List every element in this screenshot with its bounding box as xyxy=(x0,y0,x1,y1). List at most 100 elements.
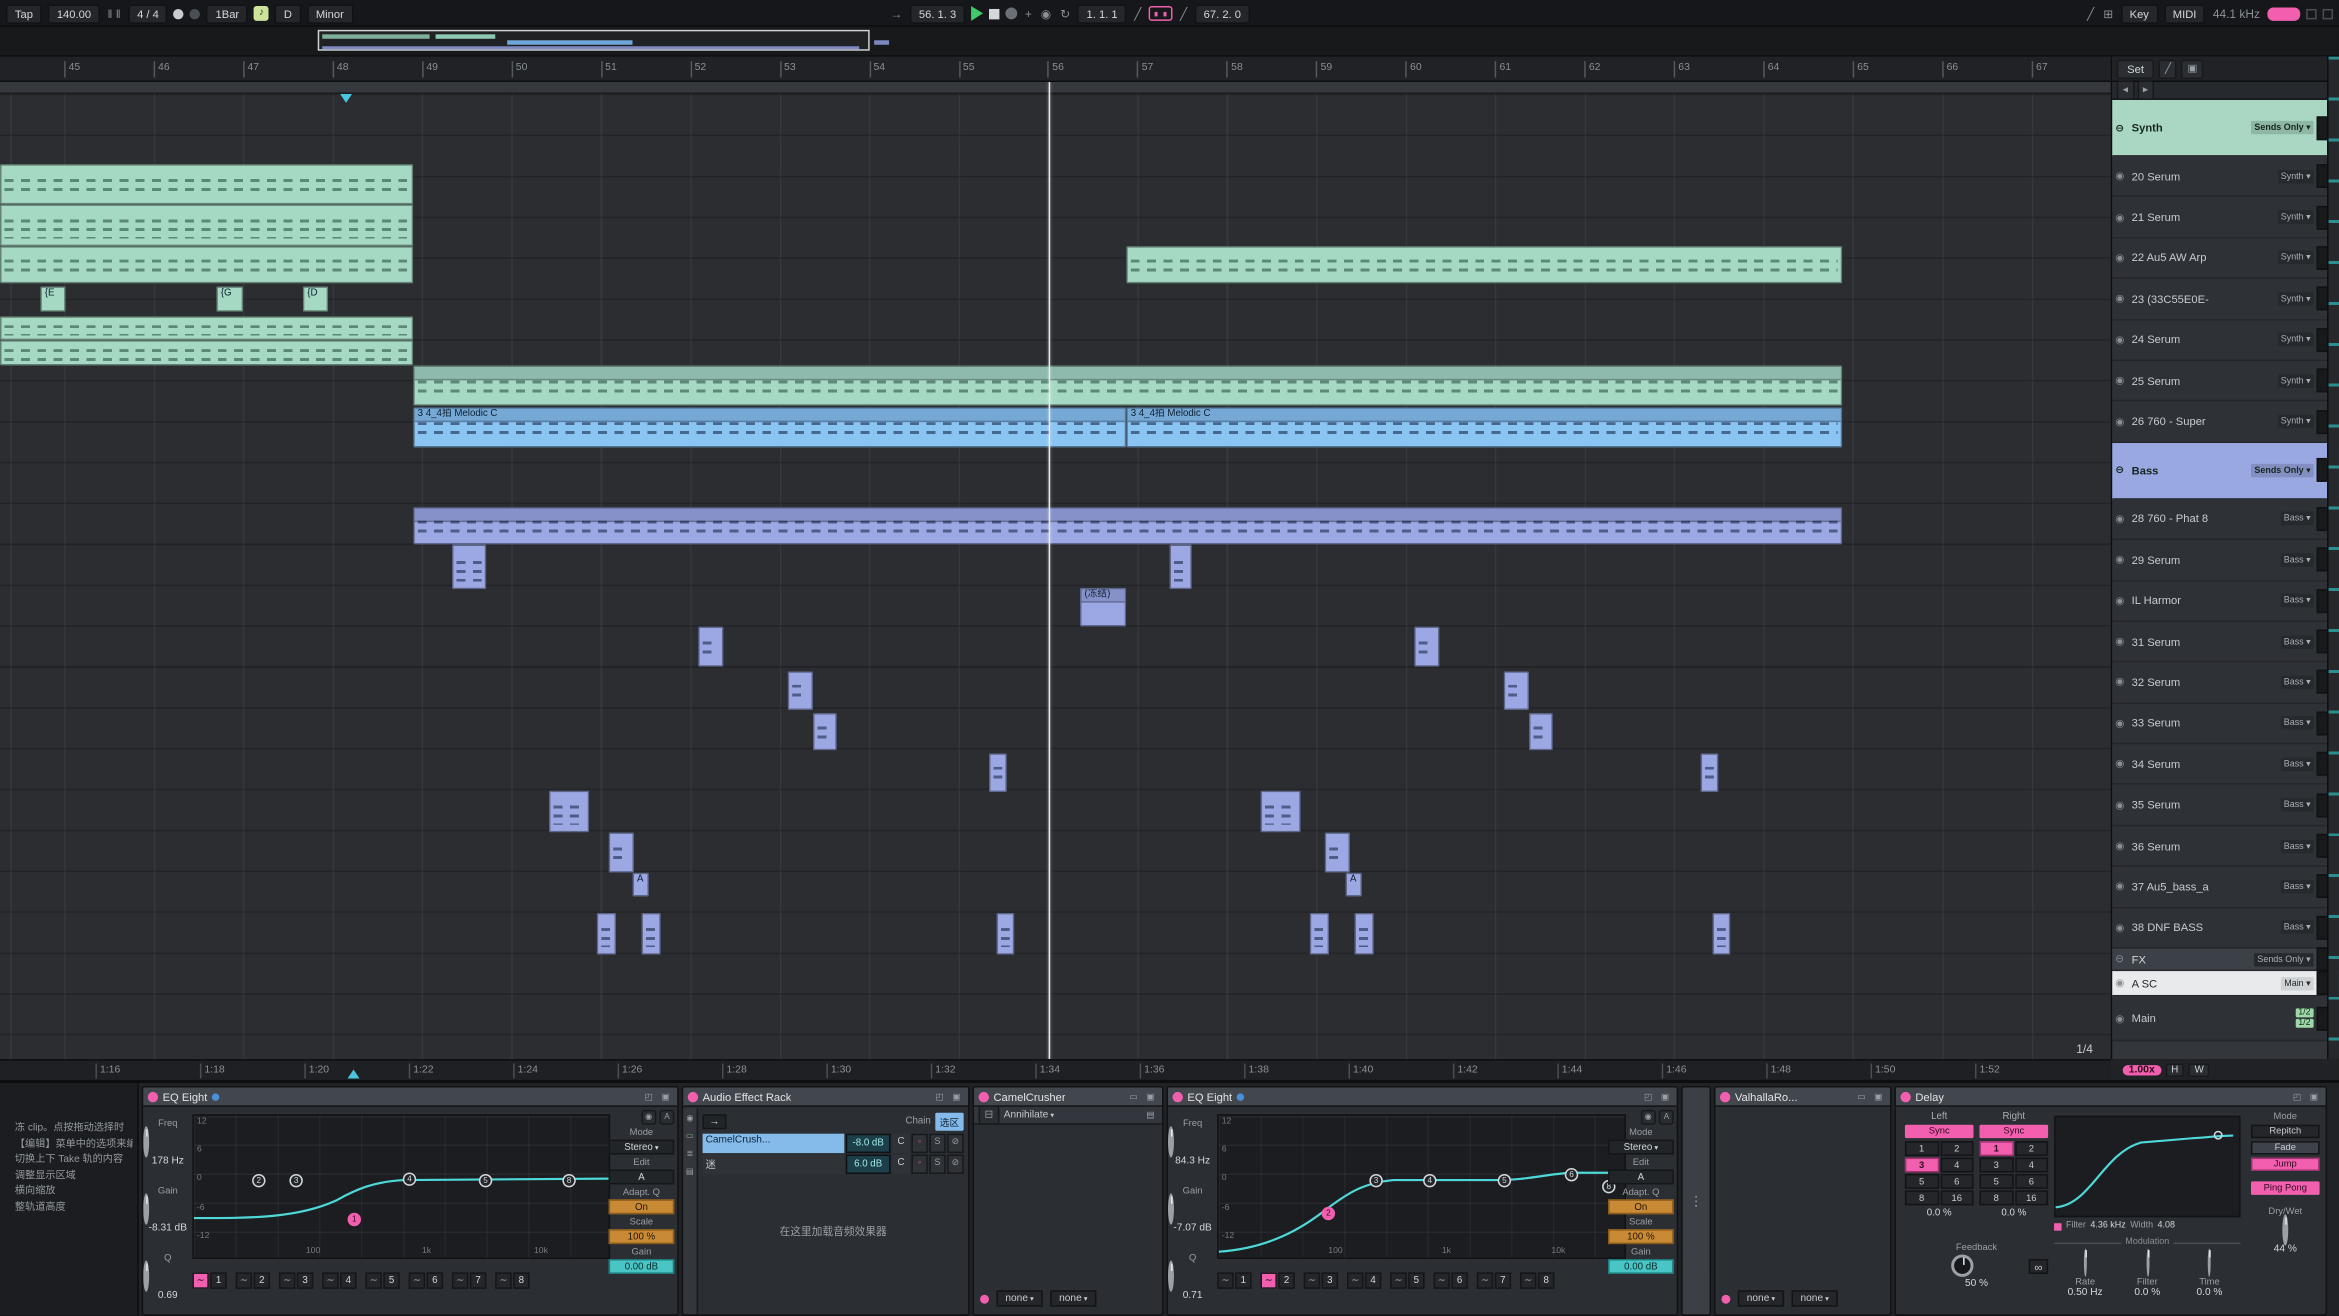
eq-band-node[interactable]: 8 xyxy=(562,1174,575,1187)
clip[interactable] xyxy=(0,164,413,204)
track-output-select[interactable]: Sends Only ▾ xyxy=(2251,464,2313,477)
band-number[interactable]: 7 xyxy=(1495,1272,1511,1288)
band-number[interactable]: 1 xyxy=(1235,1272,1251,1288)
track-output-select[interactable]: Sends Only ▾ xyxy=(2251,121,2313,134)
track-output-select[interactable]: Bass ▾ xyxy=(2281,717,2314,730)
locator-marker[interactable] xyxy=(340,94,352,103)
delay-division-6[interactable]: 6 xyxy=(1940,1174,1974,1189)
rack-chain-row[interactable]: CamelCrush...-8.0 dBC◦S⊘ xyxy=(703,1134,964,1153)
adaptive-q-toggle[interactable]: On xyxy=(609,1199,675,1214)
clip[interactable] xyxy=(1414,627,1439,667)
bar-number[interactable]: 63 xyxy=(1674,61,1690,77)
chain-solo-button[interactable]: S xyxy=(929,1155,945,1174)
track-name[interactable]: Main xyxy=(2132,1011,2293,1024)
tempo-display[interactable]: 140.00 xyxy=(48,4,100,23)
dry-wet-knob[interactable] xyxy=(2282,1214,2288,1245)
clip[interactable] xyxy=(0,246,413,283)
track-name[interactable]: 23 (33C55E0E- xyxy=(2132,292,2275,305)
track-fold-icon[interactable]: ◉ xyxy=(2115,513,2128,525)
arrangement-overview[interactable] xyxy=(0,27,2339,57)
eq-band-button[interactable]: ∼2 xyxy=(236,1272,270,1288)
track-name[interactable]: 33 Serum xyxy=(2132,717,2278,730)
eq-band-node[interactable]: 3 xyxy=(1369,1174,1382,1187)
clip[interactable] xyxy=(1504,671,1529,710)
bar-number[interactable]: 56 xyxy=(1048,61,1064,77)
track-row[interactable]: ◉38 DNF BASSBass ▾ xyxy=(2112,908,2339,949)
track-fold-icon[interactable]: ◉ xyxy=(2115,211,2128,223)
scale-value[interactable]: 100 % xyxy=(609,1229,675,1244)
eq-band-button[interactable]: ∼6 xyxy=(409,1272,443,1288)
clip[interactable] xyxy=(788,671,813,710)
track-fold-icon[interactable]: ◉ xyxy=(2115,758,2128,770)
quantize-menu[interactable]: 1Bar xyxy=(207,4,249,23)
band-number[interactable]: 4 xyxy=(340,1272,356,1288)
track-name[interactable]: A SC xyxy=(2132,976,2279,989)
track-fold-icon[interactable]: ◉ xyxy=(2115,717,2128,729)
bar-number[interactable]: 59 xyxy=(1316,61,1332,77)
group-fold-icon[interactable]: ⊖ xyxy=(2115,122,2128,134)
gain-knob[interactable] xyxy=(143,1193,149,1224)
bar-number[interactable]: 57 xyxy=(1137,61,1153,77)
filter-freq-value[interactable]: 4.36 kHz xyxy=(2090,1222,2125,1231)
track-row[interactable]: ◉21 SerumSynth ▾ xyxy=(2112,197,2339,238)
chain-name[interactable]: 迷 xyxy=(703,1155,845,1174)
clip[interactable] xyxy=(1701,753,1719,792)
track-output-select[interactable]: Synth ▾ xyxy=(2278,333,2314,346)
eq-band-button[interactable]: ∼7 xyxy=(452,1272,486,1288)
track-row[interactable]: ◉23 (33C55E0E-Synth ▾ xyxy=(2112,279,2339,320)
listen-icon[interactable] xyxy=(212,1093,219,1100)
track-name[interactable]: 35 Serum xyxy=(2132,798,2278,811)
rate-value[interactable]: 0.50 Hz xyxy=(2054,1287,2116,1297)
time-value[interactable]: 0.0 % xyxy=(2178,1287,2240,1297)
eq-band-button[interactable]: ∼3 xyxy=(279,1272,313,1288)
track-fold-icon[interactable]: ◉ xyxy=(2115,881,2128,893)
bar-number[interactable]: 50 xyxy=(511,61,527,77)
eq-band-button[interactable]: ∼8 xyxy=(495,1272,529,1288)
eq-band-button[interactable]: ∼4 xyxy=(1347,1272,1381,1288)
track-fold-icon[interactable]: ◉ xyxy=(2115,636,2128,648)
edit-ab-button[interactable]: A xyxy=(609,1169,675,1184)
dry-wet-value[interactable]: 44 % xyxy=(2251,1244,2320,1254)
chain-pan[interactable]: C xyxy=(892,1155,910,1174)
chain-pan[interactable]: C xyxy=(892,1134,910,1153)
bar-number[interactable]: 47 xyxy=(243,61,259,77)
cue-badge[interactable]: 1/2 xyxy=(2295,1008,2313,1017)
cue-badge[interactable]: 1/2 xyxy=(2295,1019,2313,1028)
device-activator-icon[interactable] xyxy=(1720,1091,1730,1101)
chain-activator-icon[interactable]: ◦ xyxy=(911,1134,927,1153)
clip[interactable] xyxy=(996,913,1014,955)
track-name[interactable]: Bass xyxy=(2132,464,2249,477)
grid-size-label[interactable]: 1/4 xyxy=(2076,1043,2093,1056)
freeze-button[interactable]: ∞ xyxy=(2029,1258,2048,1273)
delay-filter-display[interactable] xyxy=(2054,1116,2240,1217)
clip[interactable] xyxy=(597,913,616,955)
bar-number[interactable]: 65 xyxy=(1853,61,1869,77)
eq-band-button[interactable]: ∼6 xyxy=(1434,1272,1468,1288)
clip[interactable] xyxy=(1354,913,1373,955)
clip[interactable] xyxy=(1529,713,1553,750)
bar-number[interactable]: 58 xyxy=(1227,61,1243,77)
left-offset-value[interactable]: 0.0 % xyxy=(1905,1208,1974,1218)
track-fold-icon[interactable]: ◉ xyxy=(2115,334,2128,346)
re-enable-automation-icon[interactable]: ↻ xyxy=(1059,7,1072,20)
play-button[interactable] xyxy=(971,6,983,21)
clip[interactable] xyxy=(1260,791,1300,833)
width-zoom-button[interactable]: W xyxy=(2189,1063,2210,1076)
device-title-bar[interactable]: Audio Effect Rack ◰ ▣ xyxy=(683,1087,968,1106)
clip[interactable]: (冻结) xyxy=(1080,588,1126,627)
track-name[interactable]: 21 Serum xyxy=(2132,210,2275,223)
bar-number[interactable]: 52 xyxy=(690,61,706,77)
device-title-bar[interactable]: EQ Eight ◰ ▣ xyxy=(1168,1087,1677,1106)
prev-locator-button[interactable]: ◂ xyxy=(2117,81,2134,100)
track-row[interactable]: ◉20 SerumSynth ▾ xyxy=(2112,157,2339,198)
metronome-icon[interactable] xyxy=(174,8,184,18)
device-camelcrusher[interactable]: CamelCrusher ▭ ▣ ⊟ Annihilate ▤ none non… xyxy=(973,1086,1164,1316)
right-sync-toggle[interactable]: Sync xyxy=(1979,1125,2048,1138)
clip[interactable] xyxy=(609,832,634,872)
delay-division-16[interactable]: 16 xyxy=(2015,1190,2049,1205)
eq-band-node[interactable]: 4 xyxy=(403,1172,416,1185)
device-title-bar[interactable]: CamelCrusher ▭ ▣ xyxy=(974,1087,1162,1106)
freq-knob[interactable] xyxy=(143,1126,149,1157)
scale-value[interactable]: 100 % xyxy=(1608,1229,1674,1244)
bar-number[interactable]: 51 xyxy=(601,61,617,77)
